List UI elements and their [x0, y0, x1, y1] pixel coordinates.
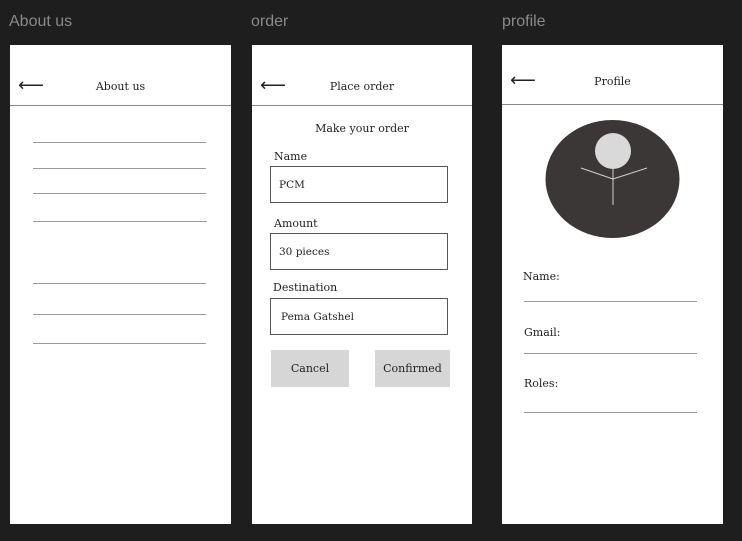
profile-name-line	[524, 301, 697, 302]
profile-roles-line	[524, 412, 697, 413]
name-label: Name	[274, 150, 308, 163]
text-placeholder-line	[33, 193, 206, 194]
about-header-title: About us	[95, 80, 146, 93]
text-placeholder-line	[33, 168, 206, 169]
destination-field[interactable]: Pema Gatshel	[270, 298, 448, 335]
profile-header: ⟵ Profile	[502, 45, 723, 105]
profile-name-label: Name:	[523, 270, 560, 283]
profile-header-title: Profile	[594, 75, 631, 88]
amount-label: Amount	[274, 217, 318, 230]
amount-field[interactable]: 30 pieces	[270, 233, 448, 270]
frame-title-order: order	[251, 13, 289, 30]
destination-label: Destination	[273, 281, 338, 294]
text-placeholder-line	[33, 283, 206, 284]
user-avatar-icon	[545, 120, 680, 238]
profile-roles-label: Roles:	[524, 377, 559, 390]
name-field[interactable]: PCM	[270, 166, 448, 203]
about-header: ⟵ About us	[10, 45, 231, 106]
cancel-button[interactable]: Cancel	[271, 350, 349, 387]
confirm-button[interactable]: Confirmed	[375, 350, 450, 387]
about-screen: ⟵ About us	[10, 45, 231, 524]
text-placeholder-line	[33, 221, 207, 222]
frame-title-profile: profile	[502, 13, 546, 30]
order-header-title: Place order	[329, 80, 395, 93]
profile-gmail-label: Gmail:	[524, 326, 561, 339]
order-screen: ⟵ Place order Make your order Name PCM A…	[252, 45, 472, 524]
text-placeholder-line	[33, 343, 206, 344]
profile-gmail-line	[524, 353, 697, 354]
order-header: ⟵ Place order	[252, 45, 472, 106]
text-placeholder-line	[33, 142, 206, 143]
order-subtitle: Make your order	[315, 122, 409, 135]
profile-screen: ⟵ Profile Name: Gmail: Roles:	[502, 45, 723, 524]
frame-title-about: About us	[9, 13, 73, 30]
text-placeholder-line	[33, 314, 206, 315]
